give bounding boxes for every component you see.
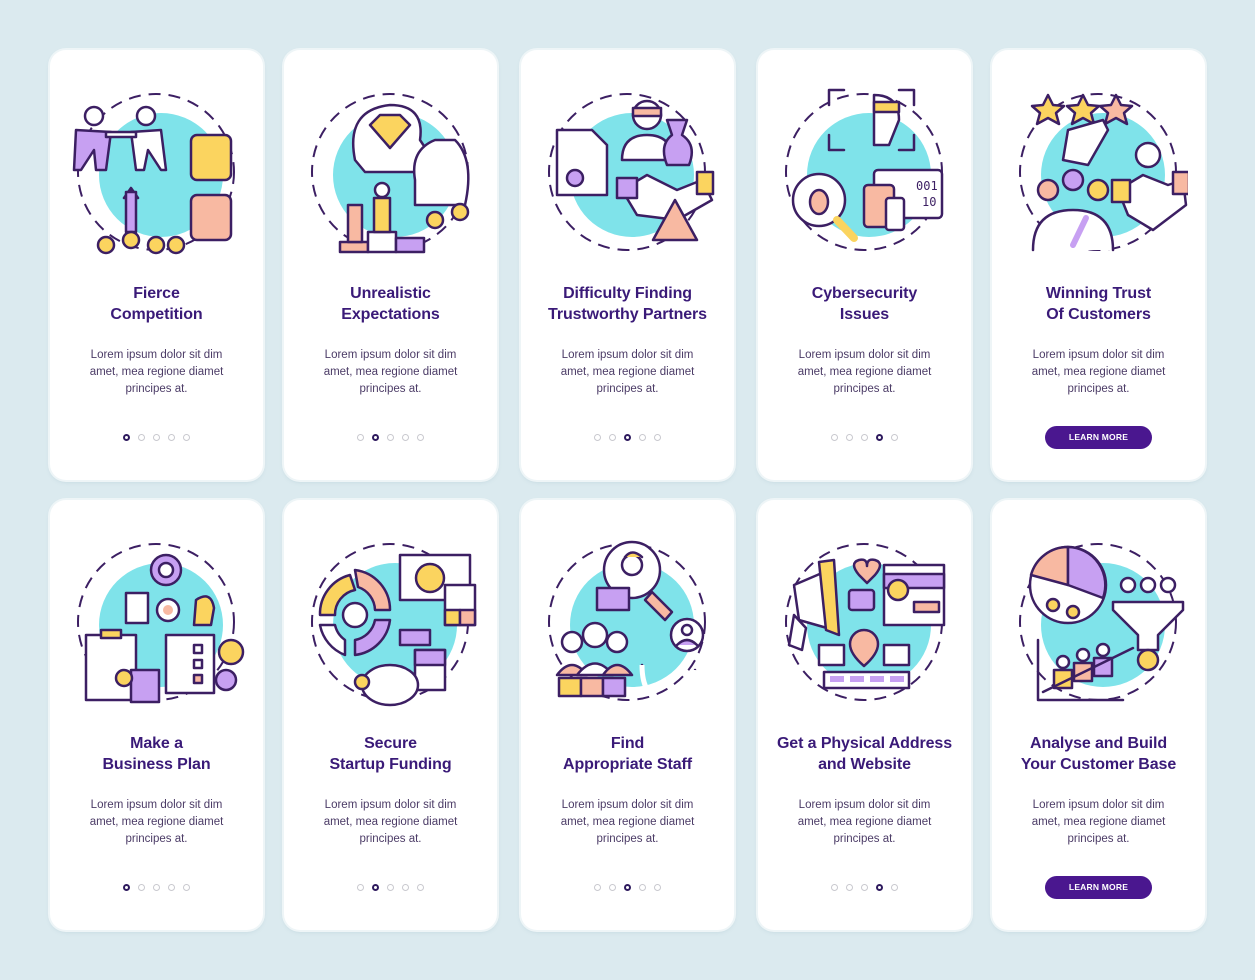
pagination-dot[interactable] xyxy=(168,434,175,441)
pagination-dot[interactable] xyxy=(846,884,853,891)
pagination-dot[interactable] xyxy=(153,884,160,891)
card-title: Winning Trust Of Customers xyxy=(1045,285,1152,323)
card-title: Cybersecurity Issues xyxy=(811,285,918,323)
pagination-dot[interactable] xyxy=(609,434,616,441)
pagination-dots xyxy=(50,884,263,891)
pagination-dot-active[interactable] xyxy=(624,884,631,891)
pagination-dot[interactable] xyxy=(153,434,160,441)
card-title: Fierce Competition xyxy=(110,285,203,323)
pagination-dot-active[interactable] xyxy=(123,884,130,891)
pagination-dot[interactable] xyxy=(594,434,601,441)
pagination-dot[interactable] xyxy=(609,884,616,891)
pagination-dot-active[interactable] xyxy=(372,434,379,441)
pagination-dots xyxy=(758,884,971,891)
pagination-dot[interactable] xyxy=(417,884,424,891)
card-title: Make a Business Plan xyxy=(102,735,211,773)
pagination-dot[interactable] xyxy=(594,884,601,891)
card-description: Lorem ipsum dolor sit dim amet, mea regi… xyxy=(89,349,224,395)
pagination-dot-active[interactable] xyxy=(372,884,379,891)
learn-more-button[interactable]: LEARN MORE xyxy=(1045,426,1152,449)
pagination-dot[interactable] xyxy=(639,434,646,441)
funding-piggy-bank-icon xyxy=(300,530,480,710)
card-description: Lorem ipsum dolor sit dim amet, mea regi… xyxy=(323,799,458,845)
card-title: Analyse and Build Your Customer Base xyxy=(1020,735,1177,773)
thief-handshake-warning-icon xyxy=(537,80,717,260)
learn-more-button[interactable]: LEARN MORE xyxy=(1045,876,1152,899)
megaphone-location-website-icon xyxy=(774,530,954,710)
onboarding-card: Analyse and Build Your Customer Base Lore… xyxy=(992,500,1205,930)
pagination-dot[interactable] xyxy=(654,434,661,441)
pagination-dot-active[interactable] xyxy=(876,884,883,891)
tug-of-war-competition-icon xyxy=(66,80,246,260)
pagination-dot[interactable] xyxy=(138,434,145,441)
pagination-dot[interactable] xyxy=(138,884,145,891)
staff-search-magnet-icon xyxy=(537,530,717,710)
onboarding-card: Unrealistic Expectations Lorem ipsum dolo… xyxy=(284,50,497,480)
onboarding-card: Difficulty Finding Trustworthy Partners L… xyxy=(521,50,734,480)
pagination-dot[interactable] xyxy=(183,884,190,891)
pagination-dots xyxy=(50,434,263,441)
onboarding-card: Find Appropriate Staff Lorem ipsum dolor … xyxy=(521,500,734,930)
pagination-dots xyxy=(284,434,497,441)
onboarding-card: Winning Trust Of Customers Lorem ipsum do… xyxy=(992,50,1205,480)
pagination-dot[interactable] xyxy=(402,434,409,441)
card-description: Lorem ipsum dolor sit dim amet, mea regi… xyxy=(89,799,224,845)
pagination-dot[interactable] xyxy=(654,884,661,891)
pagination-dot[interactable] xyxy=(861,434,868,441)
pagination-dot[interactable] xyxy=(357,884,364,891)
pagination-dot[interactable] xyxy=(387,884,394,891)
pagination-dot[interactable] xyxy=(846,434,853,441)
pagination-dot[interactable] xyxy=(891,434,898,441)
pagination-dots xyxy=(521,884,734,891)
hacker-bug-devices-icon: 001 10 xyxy=(774,80,954,260)
pagination-dot[interactable] xyxy=(402,884,409,891)
pagination-dot[interactable] xyxy=(357,434,364,441)
onboarding-card: 001 10 Cybersecurity Issues Lorem ipsum do… xyxy=(758,50,971,480)
card-description: Lorem ipsum dolor sit dim amet, mea regi… xyxy=(560,349,695,395)
pagination-dot-active[interactable] xyxy=(876,434,883,441)
card-title: Find Appropriate Staff xyxy=(563,735,692,773)
pagination-dot[interactable] xyxy=(831,434,838,441)
card-description: Lorem ipsum dolor sit dim amet, mea regi… xyxy=(1031,799,1166,845)
onboarding-card: Secure Startup Funding Lorem ipsum dolor … xyxy=(284,500,497,930)
svg-text:10: 10 xyxy=(922,195,936,209)
business-plan-gears-icon xyxy=(66,530,246,710)
pagination-dot[interactable] xyxy=(639,884,646,891)
card-title: Unrealistic Expectations xyxy=(341,285,440,323)
card-title: Difficulty Finding Trustworthy Partners xyxy=(548,285,707,323)
card-title: Secure Startup Funding xyxy=(329,735,452,773)
pagination-dot[interactable] xyxy=(168,884,175,891)
pagination-dot-active[interactable] xyxy=(123,434,130,441)
card-description: Lorem ipsum dolor sit dim amet, mea regi… xyxy=(323,349,458,395)
customer-pie-funnel-growth-icon xyxy=(1008,530,1188,710)
card-description: Lorem ipsum dolor sit dim amet, mea regi… xyxy=(797,799,932,845)
svg-text:001: 001 xyxy=(916,179,938,193)
pagination-dot[interactable] xyxy=(417,434,424,441)
pagination-dot[interactable] xyxy=(891,884,898,891)
onboarding-card: Make a Business Plan Lorem ipsum dolor si… xyxy=(50,500,263,930)
card-title: Get a Physical Address and Website xyxy=(776,735,953,773)
pagination-dots xyxy=(521,434,734,441)
pagination-dot[interactable] xyxy=(861,884,868,891)
pagination-dot-active[interactable] xyxy=(624,434,631,441)
pagination-dots xyxy=(758,434,971,441)
onboarding-card: Get a Physical Address and Website Lorem … xyxy=(758,500,971,930)
onboarding-card: Fierce Competition Lorem ipsum dolor sit … xyxy=(50,50,263,480)
pagination-dots xyxy=(284,884,497,891)
diamond-head-money-bag-icon xyxy=(300,80,480,260)
rating-handshake-gauge-icon xyxy=(1008,80,1188,260)
pagination-dot[interactable] xyxy=(183,434,190,441)
pagination-dot[interactable] xyxy=(387,434,394,441)
card-description: Lorem ipsum dolor sit dim amet, mea regi… xyxy=(797,349,932,395)
card-description: Lorem ipsum dolor sit dim amet, mea regi… xyxy=(1031,349,1166,395)
card-description: Lorem ipsum dolor sit dim amet, mea regi… xyxy=(560,799,695,845)
pagination-dot[interactable] xyxy=(831,884,838,891)
